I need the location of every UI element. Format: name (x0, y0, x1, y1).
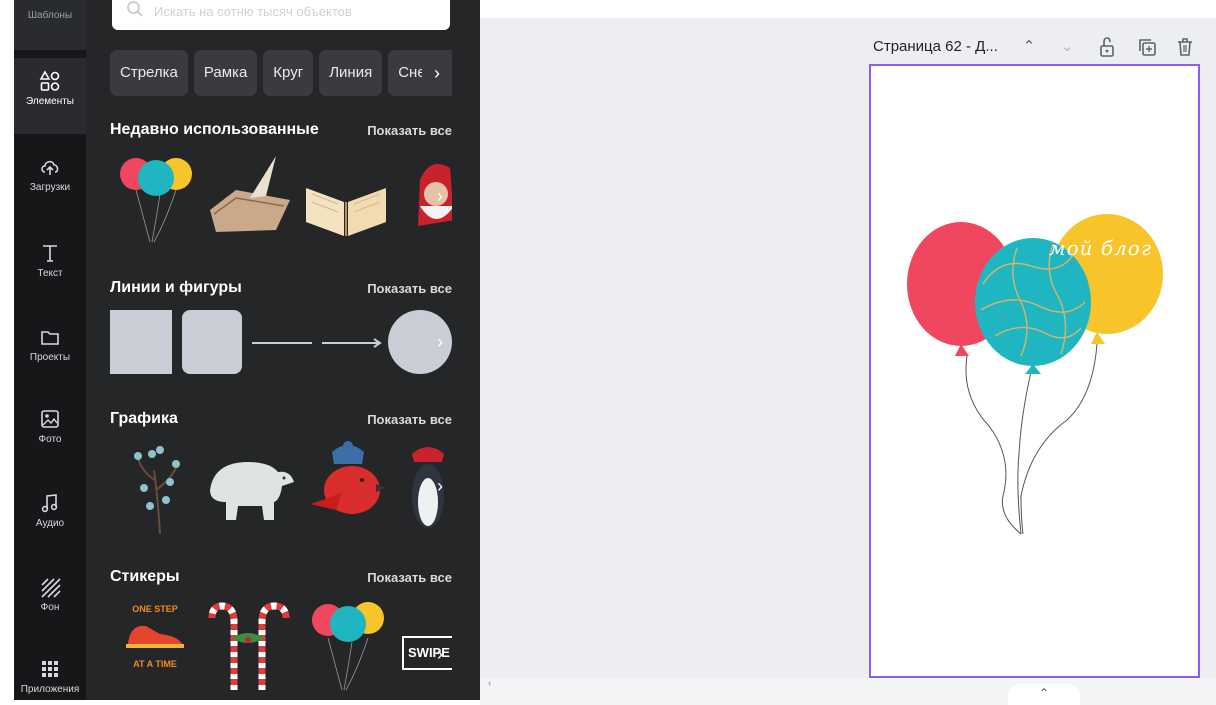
section-title-recent: Недавно использованные (110, 121, 319, 138)
rail-item-audio[interactable]: Аудио (14, 488, 86, 564)
music-icon (41, 494, 58, 513)
text-icon (43, 245, 57, 262)
one-step-sticker-line1: ONE STEP (132, 604, 178, 614)
suggestion-chips: СтрелкаРамкаКругЛинияСнежинка › (110, 50, 452, 96)
show-all-lines-link[interactable]: Показать все (367, 281, 452, 296)
chip-line[interactable]: Линия (319, 50, 383, 96)
rail-item-label: Элементы (26, 96, 74, 107)
rail-item-label: Текст (37, 268, 63, 279)
trash-icon[interactable] (1174, 36, 1196, 58)
show-all-recent-link[interactable]: Показать все (367, 123, 452, 138)
design-page[interactable]: мой блог (869, 64, 1200, 678)
show-all-graphics-link[interactable]: Показать все (367, 412, 452, 427)
elements-panel: Искать на сотню тысяч объектов Стрелка Ра… (86, 0, 480, 700)
rail-item-label: Фон (40, 602, 60, 613)
workspace-scrollbar[interactable] (480, 678, 1216, 705)
rail-item-uploads[interactable]: Загрузки (14, 150, 86, 226)
recent-items-row: › (110, 150, 452, 246)
line-shape[interactable] (250, 340, 314, 346)
background-pattern-icon (41, 578, 61, 598)
berry-branch-graphic[interactable] (130, 440, 186, 536)
rail-item-projects[interactable]: Проекты (14, 320, 86, 396)
chevron-right-icon[interactable]: › (428, 468, 452, 504)
upload-cloud-icon (41, 160, 59, 175)
duplicate-page-icon[interactable] (1136, 36, 1158, 58)
stickers-row: ONE STEP AT A TIME SWIPE › (110, 598, 452, 694)
app-window: Шаблоны Элементы Загрузки Текст Проекты … (0, 0, 1216, 705)
square-shape[interactable] (110, 310, 172, 374)
balloons-artwork[interactable] (871, 66, 1198, 676)
search-icon (127, 1, 143, 17)
graphics-row: › (110, 440, 452, 536)
page-up-button[interactable]: ⌃ (1018, 36, 1040, 58)
rail-item-label: Проекты (29, 352, 71, 363)
section-title-lines-shapes: Линии и фигуры (110, 279, 242, 296)
section-title-graphics: Графика (110, 410, 178, 427)
scroll-left-icon[interactable]: ‹ (488, 678, 491, 689)
rail-item-photos[interactable]: Фото (14, 404, 86, 480)
show-pages-button[interactable]: ⌃ (1008, 684, 1080, 705)
rail-item-label: Приложения (20, 684, 80, 695)
rail-item-templates[interactable]: Шаблоны (14, 0, 86, 50)
rail-item-label: Фото (38, 434, 62, 445)
one-step-sticker-line2: AT A TIME (133, 659, 177, 669)
apps-grid-icon (42, 661, 58, 677)
chevron-right-icon[interactable]: › (428, 324, 452, 360)
rail-item-text[interactable]: Текст (14, 236, 86, 312)
candy-canes-sticker[interactable] (208, 598, 292, 692)
bullfinch-graphic[interactable] (306, 440, 390, 532)
rail-item-label: Загрузки (29, 182, 71, 193)
parchment-quill-thumbnail[interactable] (206, 150, 294, 246)
search-placeholder: Искать на сотню тысяч объектов (154, 4, 352, 19)
page-down-button[interactable]: ⌄ (1056, 36, 1078, 58)
shapes-icon (39, 70, 60, 91)
page-title[interactable]: Страница 62 - Д... (873, 38, 998, 55)
balloons-sticker[interactable] (308, 598, 388, 694)
canvas-text[interactable]: мой блог (1049, 236, 1152, 260)
one-step-sticker[interactable]: ONE STEP AT A TIME (120, 604, 190, 678)
rail-item-elements[interactable]: Элементы (14, 58, 86, 134)
balloons-thumbnail[interactable] (116, 150, 196, 246)
rail-item-label: Шаблоны (27, 10, 73, 21)
chevron-right-icon[interactable]: › (428, 178, 452, 214)
chevron-right-icon[interactable]: › (422, 50, 452, 96)
sneaker-icon (126, 625, 184, 648)
show-all-stickers-link[interactable]: Показать все (367, 570, 452, 585)
side-rail: Шаблоны Элементы Загрузки Текст Проекты … (14, 0, 86, 700)
polar-bear-graphic[interactable] (204, 450, 296, 522)
chip-circle[interactable]: Круг (263, 50, 314, 96)
rail-item-label: Аудио (35, 518, 65, 529)
rounded-square-shape[interactable] (182, 310, 242, 374)
open-book-thumbnail[interactable] (302, 150, 390, 246)
section-title-stickers: Стикеры (110, 568, 180, 585)
rail-item-apps[interactable]: Приложения (14, 656, 86, 700)
lines-shapes-row: › (110, 310, 452, 378)
chevron-right-icon[interactable]: › (428, 636, 452, 672)
folder-icon (41, 331, 59, 345)
chip-frame[interactable]: Рамка (193, 50, 258, 96)
chip-arrow[interactable]: Стрелка (110, 50, 188, 96)
arrow-line-shape[interactable] (320, 336, 386, 350)
photo-icon (41, 410, 59, 428)
rail-item-background[interactable]: Фон (14, 572, 86, 648)
search-input[interactable]: Искать на сотню тысяч объектов (112, 0, 450, 30)
lock-icon[interactable] (1096, 36, 1118, 58)
